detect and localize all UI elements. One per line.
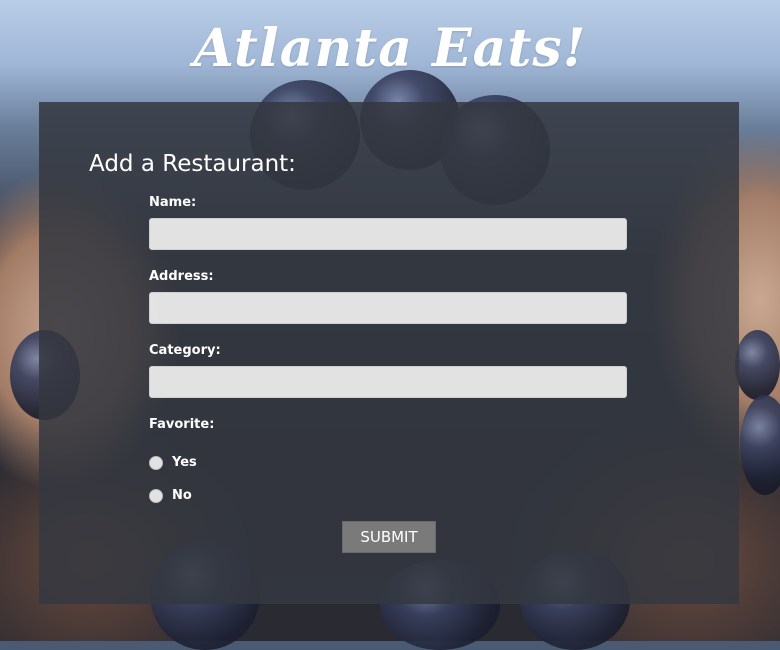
favorite-no-label: No — [172, 488, 192, 503]
favorite-yes-radio[interactable] — [149, 455, 163, 470]
category-label: Category: — [149, 343, 221, 358]
favorite-no-option[interactable]: No — [149, 488, 192, 503]
form-heading: Add a Restaurant: — [89, 151, 296, 177]
address-input[interactable] — [149, 292, 627, 324]
grape — [740, 395, 780, 495]
favorite-yes-option[interactable]: Yes — [149, 455, 197, 470]
name-input[interactable] — [149, 218, 627, 250]
favorite-yes-label: Yes — [172, 455, 197, 470]
add-restaurant-form: Add a Restaurant: Name: Address: Categor… — [39, 102, 739, 604]
favorite-no-radio[interactable] — [149, 488, 163, 503]
address-label: Address: — [149, 269, 214, 284]
submit-button[interactable]: SUBMIT — [342, 521, 436, 553]
name-label: Name: — [149, 195, 197, 210]
category-input[interactable] — [149, 366, 627, 398]
site-title: Atlanta Eats! — [193, 18, 587, 79]
favorite-label: Favorite: — [149, 417, 215, 432]
grape — [735, 330, 780, 400]
